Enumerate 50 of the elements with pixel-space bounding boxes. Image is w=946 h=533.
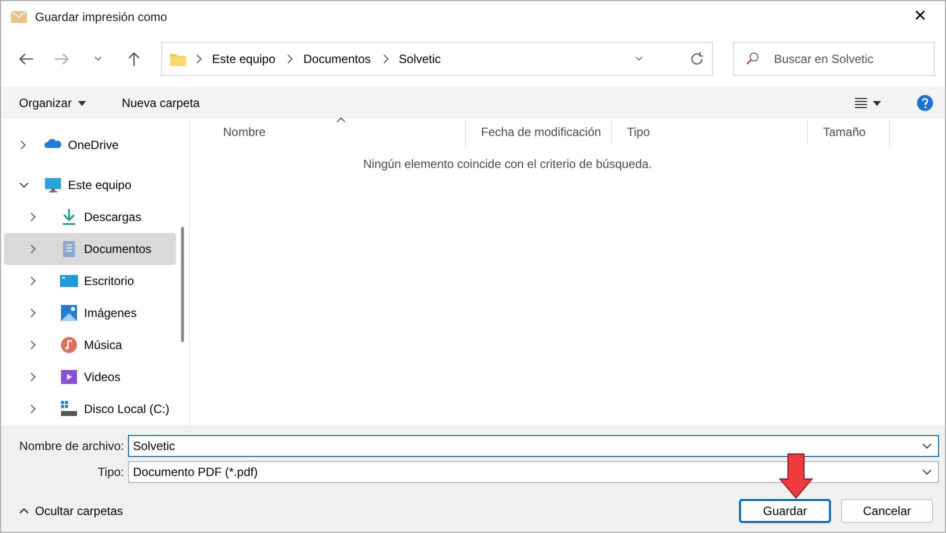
chevron-right-icon xyxy=(380,53,389,65)
help-icon xyxy=(917,95,933,111)
column-header[interactable]: Fecha de modificación xyxy=(466,119,612,145)
address-bar[interactable]: Este equipo Documentos Solvetic xyxy=(161,42,713,76)
organize-menu[interactable]: Organizar xyxy=(13,94,92,112)
input-field[interactable]: Solvetic xyxy=(128,435,939,457)
back-icon xyxy=(18,53,34,65)
sidebar-item[interactable]: Escritorio xyxy=(4,265,176,297)
chevron-right-icon xyxy=(285,53,294,65)
hide-folders-button[interactable]: Ocultar carpetas xyxy=(13,502,130,520)
chevron-down-icon xyxy=(634,55,644,63)
search-field[interactable]: Buscar en Solvetic xyxy=(733,42,935,76)
scrollbar-thumb[interactable] xyxy=(181,227,184,342)
caret-icon xyxy=(873,100,881,106)
breadcrumb-item[interactable]: Documentos xyxy=(301,50,373,68)
list-view-icon xyxy=(855,98,867,108)
sidebar-item[interactable]: Imágenes xyxy=(4,297,176,329)
sidebar-item[interactable]: Este equipo xyxy=(4,169,176,201)
refresh-icon[interactable] xyxy=(690,52,704,66)
envelope-icon xyxy=(11,11,27,23)
up-icon xyxy=(128,51,140,67)
sidebar-item[interactable]: Disco Local (C:) xyxy=(4,393,176,425)
save-button[interactable]: Guardar xyxy=(739,498,831,522)
cancel-button[interactable]: Cancelar xyxy=(841,498,933,522)
sidebar-item[interactable]: Descargas xyxy=(4,201,176,233)
chevron-up-icon xyxy=(19,506,29,514)
sidebar-item[interactable]: Documentos xyxy=(4,233,176,265)
chevron-down-icon xyxy=(93,55,103,63)
column-header[interactable]: Nombre xyxy=(208,119,466,145)
new-folder-button[interactable]: Nueva carpeta xyxy=(116,94,206,112)
forward-icon xyxy=(54,53,70,65)
caret-icon xyxy=(78,100,86,106)
close-button[interactable]: ✕ xyxy=(905,4,935,30)
search-icon xyxy=(746,52,759,65)
column-header[interactable]: Tipo xyxy=(612,119,808,145)
chevron-right-icon xyxy=(194,53,202,65)
column-header[interactable]: Tamaño xyxy=(808,119,890,145)
empty-message: Ningún elemento coincide con el criterio de búsqueda. xyxy=(362,156,653,173)
sidebar-item[interactable]: Videos xyxy=(4,361,176,393)
sort-caret-icon xyxy=(336,117,344,122)
breadcrumb-item[interactable]: Solvetic xyxy=(396,50,443,68)
breadcrumb-item[interactable]: Este equipo xyxy=(210,50,278,68)
folder-icon xyxy=(170,52,186,66)
sidebar-item[interactable]: OneDrive xyxy=(4,129,176,161)
input-field[interactable]: Documento PDF (*.pdf) xyxy=(128,461,939,483)
sidebar-item[interactable]: Música xyxy=(4,329,176,361)
field-label: Nombre de archivo: xyxy=(18,438,124,455)
annotation-arrow xyxy=(779,453,813,499)
field-label: Tipo: xyxy=(96,464,124,481)
window-title: Guardar impresión como xyxy=(35,9,168,26)
